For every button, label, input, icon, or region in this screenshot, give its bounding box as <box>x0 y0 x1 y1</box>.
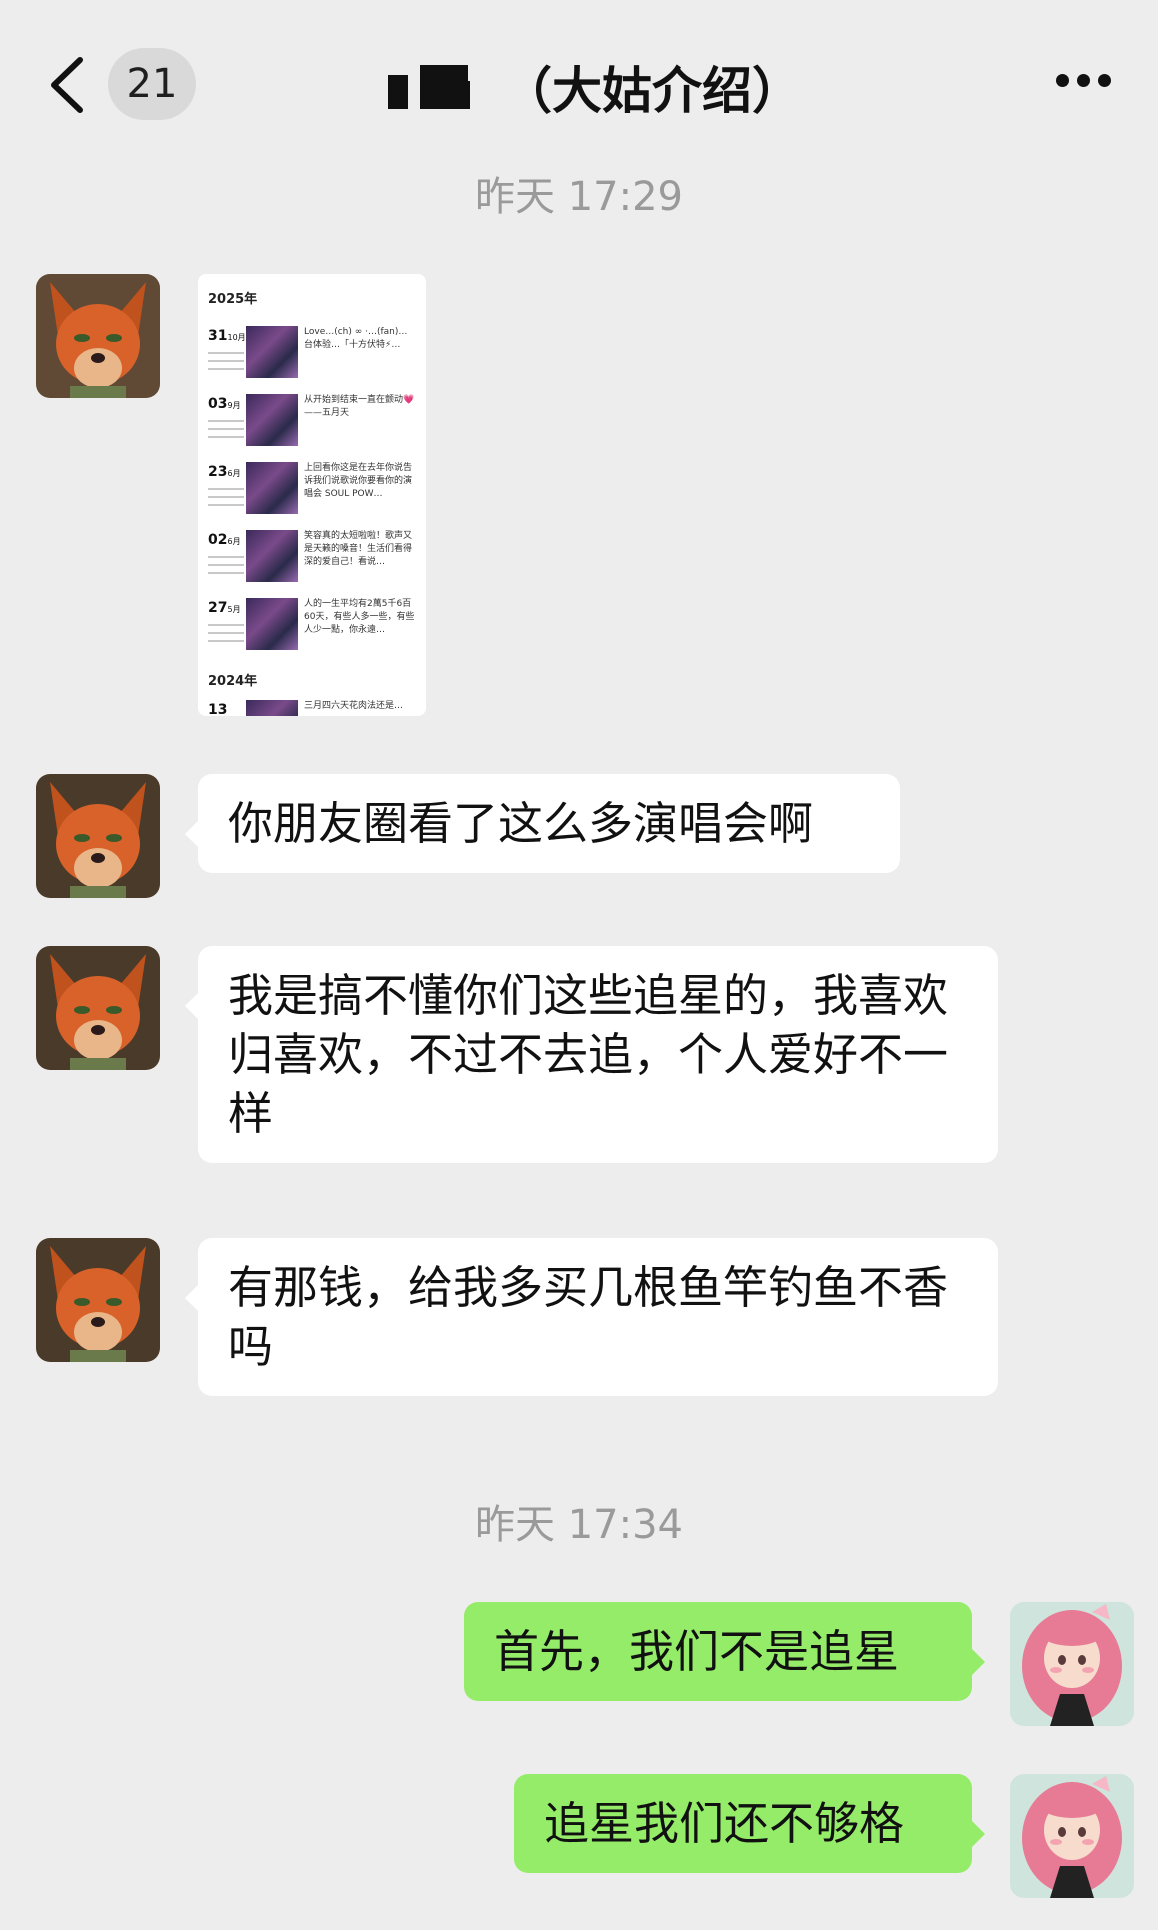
contact-avatar[interactable] <box>36 946 160 1070</box>
entry-day: 23 <box>208 464 228 480</box>
entry-day: 27 <box>208 600 228 616</box>
contact-avatar[interactable] <box>36 274 160 398</box>
entry-day: 02 <box>208 532 228 548</box>
photo-grid-thumb <box>246 598 298 650</box>
redacted-name-mark <box>380 65 476 109</box>
moment-entry: 275月 人的一生平均有2萬5千6百60天，有些人多一些，有些人少一點，你永遠… <box>208 598 418 652</box>
entry-day: 03 <box>208 396 228 412</box>
chat-title-suffix: （大姑介绍） <box>502 62 802 120</box>
back-button[interactable] <box>44 52 94 118</box>
fox-avatar-icon <box>36 1238 160 1362</box>
photo-grid-thumb <box>246 394 298 446</box>
self-avatar[interactable] <box>1010 1602 1134 1726</box>
moment-entry: 236月 上回看你这是在去年你说告诉我们说歌说你要看你的演唱会 SOUL POW… <box>208 462 418 516</box>
entry-month: 6月 <box>227 469 241 478</box>
fox-avatar-icon <box>36 946 160 1070</box>
entry-caption: 笑容真的太短啦啦！歌声又是天籁的嗓音！生活们看得深的爱自己！看说… <box>304 531 413 567</box>
photo-grid-thumb <box>246 700 298 716</box>
moment-entry: 039月 从开始到结束一直在颤动💗 ——五月天 <box>208 394 418 448</box>
timestamp: 昨天 17:34 <box>475 1502 683 1548</box>
entry-month: 6月 <box>227 537 241 546</box>
girl-avatar-icon <box>1010 1602 1134 1726</box>
message-bubble[interactable]: 我是搞不懂你们这些追星的，我喜欢归喜欢，不过不去追，个人爱好不一样 <box>185 946 998 1163</box>
chat-header: 21 （大姑介绍） <box>0 0 1158 170</box>
moment-entry: 026月 笑容真的太短啦啦！歌声又是天籁的嗓音！生活们看得深的爱自己！看说… <box>208 530 418 584</box>
entry-caption: 三月四六天花肉法还是… <box>304 701 404 711</box>
year-label: 2025年 <box>208 292 258 307</box>
entry-caption: 从开始到结束一直在颤动💗 ——五月天 <box>304 395 415 418</box>
moment-entry: 13 三月四六天花肉法还是… <box>208 700 418 716</box>
fox-avatar-icon <box>36 774 160 898</box>
photo-grid-thumb <box>246 530 298 582</box>
entry-month: 5月 <box>227 605 241 614</box>
timestamp: 昨天 17:29 <box>475 174 683 220</box>
more-dots-icon[interactable] <box>1056 74 1116 96</box>
entry-month: 10月 <box>227 333 246 342</box>
contact-avatar[interactable] <box>36 1238 160 1362</box>
message-bubble-self[interactable]: 追星我们还不够格 <box>514 1774 985 1873</box>
year-label: 2024年 <box>208 674 258 689</box>
girl-avatar-icon <box>1010 1774 1134 1898</box>
entry-month: 9月 <box>227 401 241 410</box>
message-bubble[interactable]: 有那钱，给我多买几根鱼竿钓鱼不香吗 <box>185 1238 998 1396</box>
chat-title: （大姑介绍） <box>380 52 802 122</box>
entry-caption: 人的一生平均有2萬5千6百60天，有些人多一些，有些人少一點，你永遠… <box>304 599 415 635</box>
entry-caption: Love…(ch) ∞ ·…(fan)…台体验…「十方伏特⚡… <box>304 327 408 350</box>
shared-image-thumbnail[interactable]: 2025年 3110月 Love…(ch) ∞ ·…(fan)…台体验…「十方伏… <box>198 274 426 716</box>
chevron-left-icon <box>51 57 83 113</box>
contact-avatar[interactable] <box>36 774 160 898</box>
entry-day: 13 <box>208 702 228 716</box>
fox-avatar-icon <box>36 274 160 398</box>
message-bubble[interactable]: 你朋友圈看了这么多演唱会啊 <box>185 774 900 873</box>
photo-grid-thumb <box>246 326 298 378</box>
message-bubble-self[interactable]: 首先，我们不是追星 <box>464 1602 985 1701</box>
self-avatar[interactable] <box>1010 1774 1134 1898</box>
moment-entry: 3110月 Love…(ch) ∞ ·…(fan)…台体验…「十方伏特⚡… <box>208 326 418 380</box>
entry-caption: 上回看你这是在去年你说告诉我们说歌说你要看你的演唱会 SOUL POW… <box>304 463 413 499</box>
entry-day: 31 <box>208 328 228 344</box>
unread-count-badge[interactable]: 21 <box>108 48 196 120</box>
photo-grid-thumb <box>246 462 298 514</box>
